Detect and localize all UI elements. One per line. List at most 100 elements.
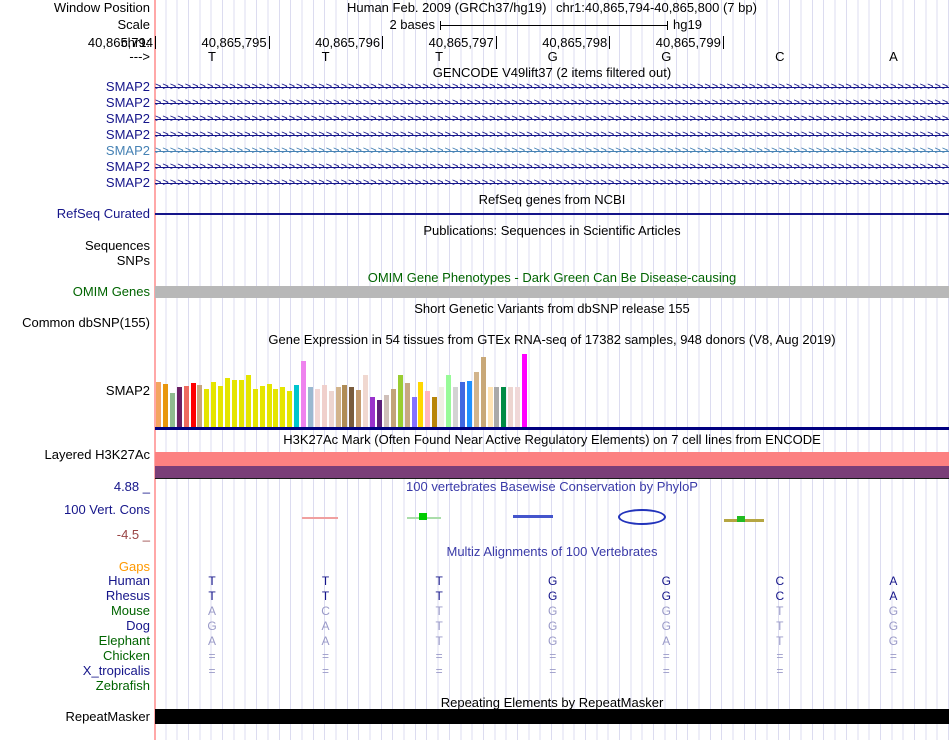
multiz-base[interactable]: = xyxy=(269,664,383,678)
gtex-tissue-bar[interactable] xyxy=(294,385,300,427)
multiz-base[interactable]: G xyxy=(609,574,723,588)
gtex-tissue-bar[interactable] xyxy=(439,387,445,427)
gtex-tissue-bar[interactable] xyxy=(522,354,528,427)
gtex-tissue-bar[interactable] xyxy=(453,387,458,427)
multiz-base[interactable]: = xyxy=(155,664,269,678)
multiz-base[interactable]: G xyxy=(496,604,610,618)
multiz-base[interactable]: T xyxy=(382,619,496,633)
gencode-transcript-line[interactable]: >>>>>>>>>>>>>>>>>>>>>>>>>>>>>>>>>>>>>>>>… xyxy=(155,80,949,94)
multiz-base[interactable]: G xyxy=(496,634,610,648)
refseq-gene-line[interactable] xyxy=(155,213,949,215)
gtex-tissue-bar[interactable] xyxy=(245,375,251,427)
phylop-mark-dot[interactable] xyxy=(737,516,745,522)
gencode-transcript-line[interactable]: >>>>>>>>>>>>>>>>>>>>>>>>>>>>>>>>>>>>>>>>… xyxy=(155,144,949,158)
phylop-mark-dash[interactable] xyxy=(302,517,338,519)
gtex-tissue-bar[interactable] xyxy=(211,382,217,427)
gtex-tissue-bar[interactable] xyxy=(259,386,265,427)
gtex-tissue-bar[interactable] xyxy=(432,397,438,427)
multiz-base[interactable]: G xyxy=(496,589,610,603)
multiz-base[interactable]: A xyxy=(269,619,383,633)
gtex-tissue-bar[interactable] xyxy=(328,391,334,427)
gtex-tissue-bar[interactable] xyxy=(363,375,369,427)
h3k27ac-signal-top[interactable] xyxy=(155,452,949,466)
repeatmasker-bar[interactable] xyxy=(155,709,949,724)
h3k27ac-signal-bottom[interactable] xyxy=(155,466,949,478)
multiz-base[interactable]: = xyxy=(609,649,723,663)
multiz-base[interactable]: T xyxy=(723,634,837,648)
multiz-base[interactable]: A xyxy=(269,634,383,648)
gtex-tissue-bar[interactable] xyxy=(480,357,486,427)
multiz-base[interactable]: = xyxy=(382,649,496,663)
multiz-base[interactable]: G xyxy=(609,619,723,633)
gtex-tissue-bar[interactable] xyxy=(162,384,168,427)
multiz-base[interactable]: A xyxy=(836,574,950,588)
multiz-base[interactable]: A xyxy=(836,589,950,603)
gtex-tissue-bar[interactable] xyxy=(508,387,514,427)
multiz-base[interactable]: G xyxy=(836,619,950,633)
multiz-base[interactable]: G xyxy=(496,619,610,633)
gtex-tissue-bar[interactable] xyxy=(183,386,189,427)
gtex-tissue-bar[interactable] xyxy=(301,361,307,427)
gtex-tissue-bar[interactable] xyxy=(466,381,472,427)
gtex-tissue-bar[interactable] xyxy=(404,383,410,427)
gencode-transcript-line[interactable]: >>>>>>>>>>>>>>>>>>>>>>>>>>>>>>>>>>>>>>>>… xyxy=(155,96,949,110)
gtex-tissue-bar[interactable] xyxy=(515,387,521,427)
omim-gene-bar[interactable] xyxy=(155,286,949,298)
multiz-base[interactable]: T xyxy=(155,589,269,603)
gtex-tissue-bar[interactable] xyxy=(356,390,362,427)
phylop-mark-dash[interactable] xyxy=(513,515,553,518)
gtex-tissue-bar[interactable] xyxy=(176,387,182,427)
multiz-base[interactable]: T xyxy=(269,574,383,588)
multiz-base[interactable]: A xyxy=(155,604,269,618)
gtex-tissue-bar[interactable] xyxy=(238,380,244,427)
gtex-tissue-bar[interactable] xyxy=(501,387,507,427)
gencode-transcript-line[interactable]: >>>>>>>>>>>>>>>>>>>>>>>>>>>>>>>>>>>>>>>>… xyxy=(155,128,949,142)
multiz-base[interactable]: G xyxy=(155,619,269,633)
gtex-tissue-bar[interactable] xyxy=(307,387,313,427)
multiz-base[interactable]: A xyxy=(609,634,723,648)
gtex-tissue-bar[interactable] xyxy=(225,378,231,427)
gtex-tissue-bar[interactable] xyxy=(349,387,355,427)
multiz-base[interactable]: T xyxy=(382,604,496,618)
gtex-tissue-bar[interactable] xyxy=(473,372,479,427)
multiz-base[interactable]: T xyxy=(382,589,496,603)
multiz-base[interactable]: = xyxy=(155,649,269,663)
gtex-tissue-bar[interactable] xyxy=(487,387,493,427)
gtex-tissue-bar[interactable] xyxy=(459,382,465,427)
gencode-transcript-line[interactable]: >>>>>>>>>>>>>>>>>>>>>>>>>>>>>>>>>>>>>>>>… xyxy=(155,176,949,190)
gtex-tissue-bar[interactable] xyxy=(273,389,279,427)
gtex-tissue-bar[interactable] xyxy=(231,380,237,427)
gtex-tissue-bar[interactable] xyxy=(321,385,327,427)
gtex-tissue-bar[interactable] xyxy=(425,391,431,427)
gtex-tissue-bar[interactable] xyxy=(197,385,203,427)
gtex-tissue-bar[interactable] xyxy=(418,382,424,427)
multiz-base[interactable]: G xyxy=(836,604,950,618)
gtex-tissue-bar[interactable] xyxy=(314,389,320,427)
multiz-base[interactable]: = xyxy=(496,649,610,663)
gtex-tissue-bar[interactable] xyxy=(266,384,272,427)
multiz-base[interactable]: G xyxy=(836,634,950,648)
multiz-base[interactable]: T xyxy=(723,604,837,618)
multiz-base[interactable]: T xyxy=(382,634,496,648)
multiz-base[interactable]: = xyxy=(723,664,837,678)
gtex-tissue-bar[interactable] xyxy=(370,397,376,427)
gtex-tissue-bar[interactable] xyxy=(342,385,348,427)
gtex-tissue-bar[interactable] xyxy=(383,395,389,427)
multiz-base[interactable]: G xyxy=(496,574,610,588)
multiz-base[interactable]: A xyxy=(155,634,269,648)
multiz-base[interactable]: = xyxy=(269,649,383,663)
gencode-transcript-line[interactable]: >>>>>>>>>>>>>>>>>>>>>>>>>>>>>>>>>>>>>>>>… xyxy=(155,112,949,126)
gtex-tissue-bar[interactable] xyxy=(156,382,161,427)
multiz-base[interactable]: C xyxy=(269,604,383,618)
gtex-tissue-bar[interactable] xyxy=(169,393,175,427)
phylop-mark-dot[interactable] xyxy=(419,513,427,520)
gtex-tissue-bar[interactable] xyxy=(397,375,403,427)
phylop-mark-ellipse[interactable] xyxy=(618,509,666,525)
multiz-base[interactable]: T xyxy=(269,589,383,603)
gtex-tissue-bar[interactable] xyxy=(287,391,293,427)
gencode-transcript-line[interactable]: >>>>>>>>>>>>>>>>>>>>>>>>>>>>>>>>>>>>>>>>… xyxy=(155,160,949,174)
multiz-base[interactable]: = xyxy=(723,649,837,663)
gtex-tissue-bar[interactable] xyxy=(411,397,417,427)
gtex-tissue-bar[interactable] xyxy=(335,387,341,427)
multiz-base[interactable]: = xyxy=(609,664,723,678)
